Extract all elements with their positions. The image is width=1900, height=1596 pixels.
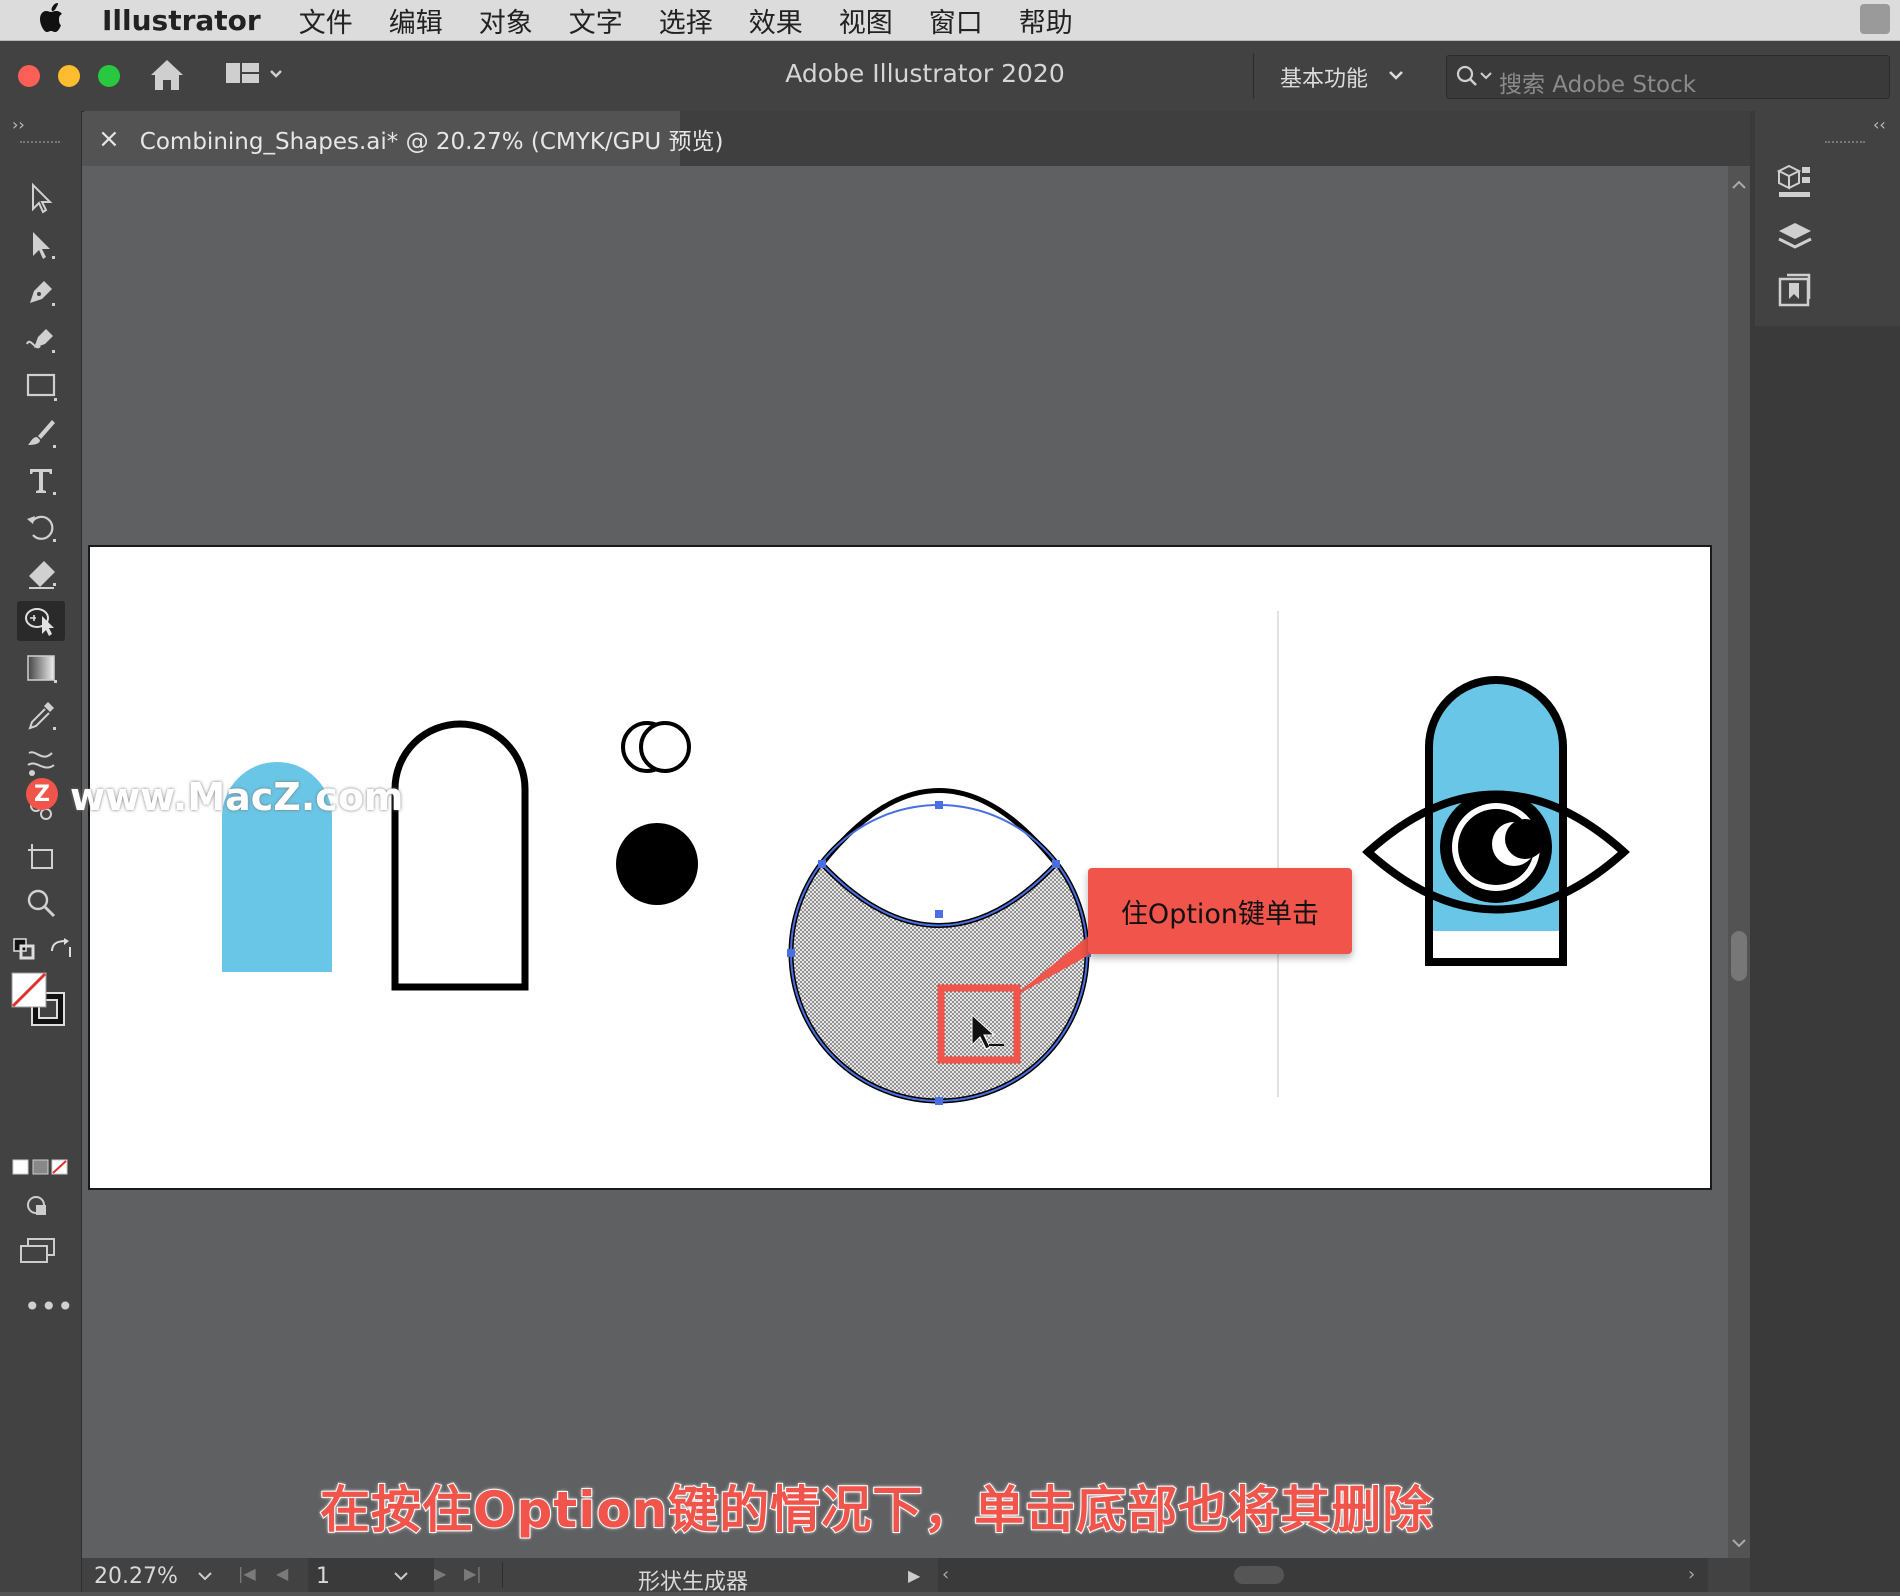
swap-fill-stroke-icon[interactable]: [48, 937, 74, 967]
watermark-logo-icon: Z: [26, 778, 58, 810]
vertical-scroll-thumb[interactable]: [1731, 931, 1747, 981]
arrange-documents-icon[interactable]: [225, 61, 285, 93]
menu-file[interactable]: 文件: [299, 1, 353, 40]
scroll-down-icon[interactable]: [1731, 1538, 1747, 1550]
artboard-dropdown-icon[interactable]: [392, 1570, 410, 1582]
close-window-button[interactable]: [18, 65, 40, 87]
menu-type[interactable]: 文字: [569, 1, 623, 40]
application-bar: Adobe Illustrator 2020 基本功能 搜索 Adobe Sto…: [0, 41, 1900, 112]
horizontal-scrollbar[interactable]: ‹ ›: [938, 1558, 1708, 1592]
menubar-status-icon[interactable]: [1860, 4, 1890, 34]
paintbrush-tool[interactable]: [17, 413, 65, 453]
chevron-down-icon[interactable]: [1387, 67, 1405, 86]
previous-artboard-icon[interactable]: ◀: [276, 1564, 288, 1583]
scroll-up-icon[interactable]: [1731, 178, 1747, 190]
panel-grip[interactable]: [20, 141, 60, 147]
zoom-window-button[interactable]: [98, 65, 120, 87]
close-tab-icon[interactable]: ×: [98, 124, 120, 154]
document-tab-title: Combining_Shapes.ai* @ 20.27% (CMYK/GPU …: [139, 128, 724, 155]
home-icon[interactable]: [148, 57, 186, 97]
shape-builder-tool[interactable]: [17, 601, 65, 641]
artboard[interactable]: [88, 545, 1712, 1190]
artboard-number-field[interactable]: 1: [308, 1558, 434, 1592]
zoom-dropdown-icon[interactable]: [196, 1570, 214, 1582]
window-title: Adobe Illustrator 2020: [785, 59, 1065, 88]
minimize-window-button[interactable]: [58, 65, 80, 87]
libraries-panel-icon[interactable]: [1775, 161, 1815, 205]
type-tool[interactable]: [17, 460, 65, 500]
menu-effect[interactable]: 效果: [749, 1, 803, 40]
first-artboard-icon[interactable]: |◀: [238, 1564, 256, 1583]
right-panel-dock: ‹‹: [1755, 111, 1900, 326]
divider: [1253, 53, 1254, 99]
color-mode-icons[interactable]: [12, 1157, 68, 1181]
eraser-tool[interactable]: [17, 554, 65, 594]
menu-view[interactable]: 视图: [839, 1, 893, 40]
search-icon: [1455, 64, 1495, 94]
outlined-arch-shape[interactable]: [391, 720, 529, 991]
pen-tool[interactable]: [17, 272, 65, 312]
menu-object[interactable]: 对象: [479, 1, 533, 40]
stock-search-field[interactable]: 搜索 Adobe Stock: [1446, 55, 1890, 99]
next-artboard-icon[interactable]: ▶: [434, 1564, 446, 1583]
eyedropper-tool[interactable]: [17, 695, 65, 735]
eye-symbol-artwork[interactable]: [1362, 676, 1630, 966]
screen-mode-icon[interactable]: [18, 1237, 58, 1269]
status-menu-icon[interactable]: ▶: [908, 1566, 920, 1585]
expand-panel-icon[interactable]: ››: [12, 115, 25, 134]
document-tab-bar: × Combining_Shapes.ai* @ 20.27% (CMYK/GP…: [84, 111, 1750, 166]
rotate-tool[interactable]: [17, 507, 65, 547]
curvature-tool[interactable]: [17, 319, 65, 359]
menu-window[interactable]: 窗口: [929, 1, 983, 40]
zoom-level-field[interactable]: 20.27%: [94, 1564, 178, 1589]
apple-menu-icon[interactable]: [38, 2, 82, 38]
asset-export-panel-icon[interactable]: [1775, 271, 1815, 315]
scroll-left-icon[interactable]: ‹: [942, 1564, 949, 1585]
last-artboard-icon[interactable]: ▶|: [464, 1564, 482, 1583]
more-tools-icon[interactable]: •••: [24, 1293, 74, 1321]
workspace-switcher[interactable]: 基本功能: [1280, 61, 1368, 93]
black-dot-shape[interactable]: [616, 823, 698, 905]
gradient-tool[interactable]: [17, 648, 65, 688]
scroll-right-icon[interactable]: ›: [1688, 1564, 1695, 1585]
collapse-panel-icon[interactable]: ‹‹: [1873, 115, 1886, 134]
draw-mode-icon[interactable]: [24, 1193, 54, 1225]
blend-tool[interactable]: [17, 742, 65, 782]
default-fill-stroke-icon[interactable]: [12, 937, 38, 967]
menu-help[interactable]: 帮助: [1019, 1, 1073, 40]
menu-edit[interactable]: 编辑: [389, 1, 443, 40]
tools-panel: ›› •••: [0, 111, 82, 1592]
watermark-text: www.MacZ.com: [70, 775, 404, 819]
vertical-scrollbar[interactable]: [1728, 166, 1750, 1558]
menu-select[interactable]: 选择: [659, 1, 713, 40]
current-tool-label: 形状生成器: [638, 1570, 749, 1595]
zoom-tool[interactable]: [17, 883, 65, 923]
artboard-tool[interactable]: [17, 836, 65, 876]
rectangle-tool[interactable]: [17, 366, 65, 406]
status-bar: 20.27% |◀ ◀ 1 ▶ ▶| 形状生成器 ▶ ‹ ›: [82, 1558, 1750, 1595]
right-panel-area: [1750, 111, 1900, 1592]
layers-panel-icon[interactable]: [1775, 217, 1815, 261]
direct-selection-tool[interactable]: [17, 225, 65, 265]
callout-label: 住Option键单击: [1088, 868, 1352, 954]
dock-grip[interactable]: [1825, 141, 1865, 147]
app-menu[interactable]: Illustrator: [102, 4, 261, 37]
fill-stroke-swatch[interactable]: [10, 971, 70, 1035]
overlapping-circle-right[interactable]: [639, 721, 691, 773]
search-placeholder: 搜索 Adobe Stock: [1499, 72, 1697, 98]
horizontal-scroll-thumb[interactable]: [1234, 1566, 1284, 1584]
selection-tool[interactable]: [17, 178, 65, 218]
document-tab[interactable]: × Combining_Shapes.ai* @ 20.27% (CMYK/GP…: [84, 111, 723, 166]
video-subtitle: 在按住Option键的情况下，单击底部也将其删除: [319, 1480, 1434, 1540]
artboard-number: 1: [316, 1564, 330, 1589]
macos-menu-bar: Illustrator 文件 编辑 对象 文字 选择 效果 视图 窗口 帮助: [0, 0, 1900, 41]
divider: [502, 1562, 503, 1588]
